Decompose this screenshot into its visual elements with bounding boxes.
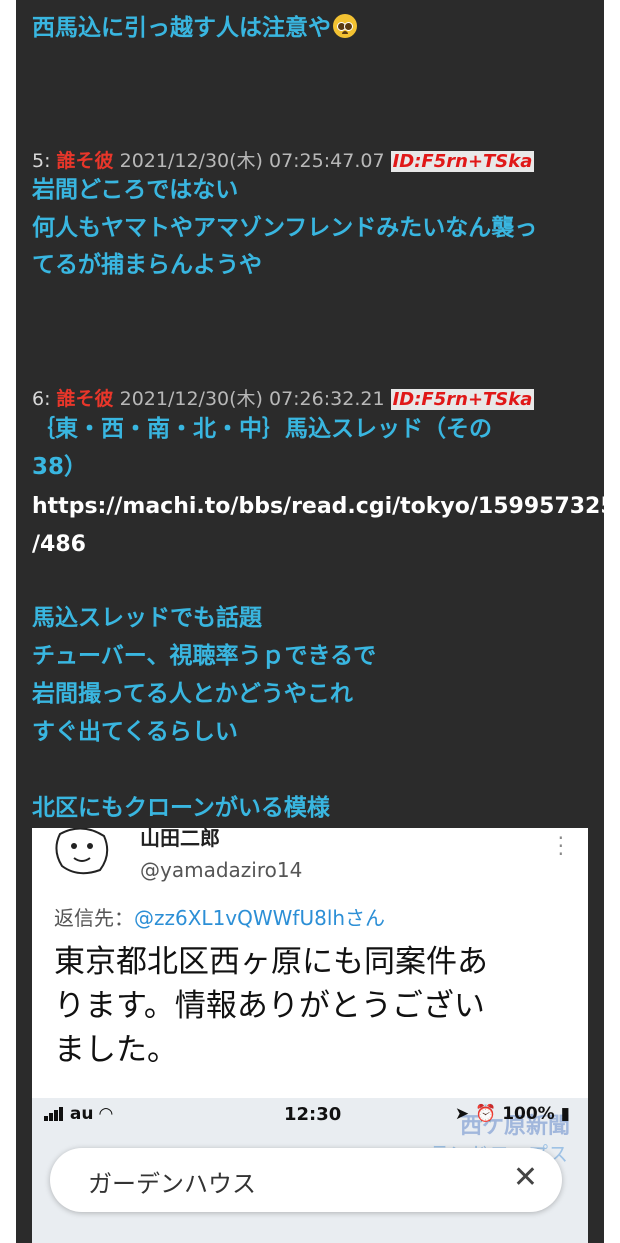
pleading-face-icon [333,14,357,38]
map-search-text: ガーデンハウス [88,1170,256,1198]
poster-id[interactable]: ID:F5rn+TSka [390,151,535,172]
post-date: 2021/12/30(木) 07:25:47.07 [119,150,385,172]
status-time: 12:30 [284,1104,342,1125]
post-text-line: 何人もヤマトやアマゾンフレンドみたいなん襲っ [32,215,538,241]
post-text-line: 西馬込に引っ越す人は注意や [32,10,357,47]
map-screenshot: au ◠ 12:30 西ケ原新聞 ➤ ⏰ 100% ▮ ランドコープス ガーデン… [32,1098,588,1243]
tweet-text: 東京都北区西ヶ原にも同案件あ ります。情報ありがとうござい ました。 [54,944,488,1068]
wifi-icon: ◠ [99,1104,113,1124]
post-text-line: 岩間撮ってる人とかどうやこれ [32,681,353,707]
tweet-reply-to: 返信先：@zz6XL1vQWWfU8lhさん [54,906,386,930]
tweet-display-name: 山田二郎 [140,828,220,850]
close-icon: ✕ [512,1160,538,1195]
thread-title-line: 38） [32,454,88,480]
alarm-icon: ⏰ [475,1104,497,1124]
thread-url-link[interactable]: https://machi.to/bbs/read.cgi/tokyo/1599… [32,488,620,525]
poster-name: 誰そ彼 [56,388,114,410]
signal-icon [44,1106,64,1126]
map-search-box: ガーデンハウス ✕ [50,1148,562,1212]
post-text-line: 馬込スレッドでも話題 [32,605,262,631]
post-text-line: てるが捕まらんようや [32,252,262,278]
battery-status: ➤ ⏰ 100% ▮ [454,1104,570,1124]
poster-id[interactable]: ID:F5rn+TSka [390,389,535,410]
post-text-line: 北区にもクローンがいる模様 [32,795,330,821]
battery-icon: ▮ [560,1104,570,1124]
status-bar: au ◠ [44,1104,113,1126]
embedded-screenshot-image[interactable]: 山田二郎 @yamadaziro14 · · · 返信先：@zz6XL1vQWWfU… [32,828,588,1243]
post-number[interactable]: 6: [32,388,51,410]
thread-title-line: ｛東・西・南・北・中｝馬込スレッド（その [32,416,492,442]
post-text-line: チューバー、視聴率うｐできるで [32,643,377,669]
poster-name: 誰そ彼 [56,150,114,172]
avatar [55,828,109,875]
post-date: 2021/12/30(木) 07:26:32.21 [119,388,385,410]
post-header: 5: 誰そ彼 2021/12/30(木) 07:25:47.07 ID:F5rn… [32,146,535,173]
thread-url-link[interactable]: /486 [32,526,86,563]
post-text-line: 岩間どころではない [32,177,239,203]
tweet-handle: @yamadaziro14 [140,858,303,882]
more-vertical-icon: · · · [557,828,564,866]
post-number[interactable]: 5: [32,150,51,172]
location-icon: ➤ [454,1104,470,1124]
post-text-line: すぐ出てくるらしい [32,719,238,745]
post-header: 6: 誰そ彼 2021/12/30(木) 07:26:32.21 ID:F5rn… [32,384,535,411]
